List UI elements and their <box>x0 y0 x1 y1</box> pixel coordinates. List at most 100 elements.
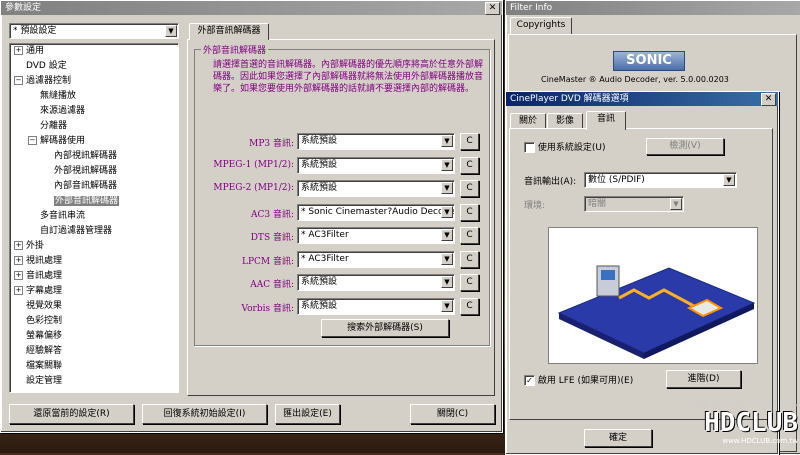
tree-item[interactable]: + 字幕處理 <box>14 286 62 297</box>
use-system-checkbox[interactable]: 使用系統設定(U) <box>524 140 606 153</box>
tree-item[interactable]: + 視訊處理 <box>14 256 62 267</box>
close-icon[interactable]: ✕ <box>485 2 500 15</box>
tree-item[interactable]: + 音訊處理 <box>14 271 62 282</box>
cineplayer-dialog: CinePlayer DVD 解碼器選項 ✕ 關於 影像 音訊 使用系統設定(U… <box>505 91 779 455</box>
decoder-value: * AC3Filter <box>301 253 349 264</box>
spdif-illustration-svg <box>557 265 756 359</box>
checkbox-box[interactable]: ✓ <box>524 375 535 386</box>
tree-item[interactable]: 內部音訊解碼器 <box>42 181 117 192</box>
decoder-select[interactable]: * Sonic Cinemaster?Audio Decoder 4 ▼ <box>297 203 455 221</box>
config-button[interactable]: C <box>460 180 479 197</box>
tree-item[interactable]: 外部視訊解碼器 <box>42 166 117 177</box>
copyrights-label: Copyrights <box>516 20 566 30</box>
watermark-url: www.HDCLUB.com.tw <box>722 437 798 445</box>
tree-item-label: 色彩控制 <box>26 316 63 326</box>
decoder-row-label: MPEG-2 (MP1/2): <box>213 183 294 193</box>
chevron-down-icon[interactable]: ▼ <box>441 158 453 171</box>
config-button[interactable]: C <box>460 250 479 268</box>
decoder-value: 系統預設 <box>301 136 338 146</box>
decoder-select[interactable]: 系統預設 ▼ <box>297 297 455 315</box>
tree-item[interactable]: 檔案關聯 <box>14 361 62 372</box>
chevron-down-icon[interactable]: ▼ <box>441 299 453 312</box>
tree-item-label: 分離器 <box>40 121 68 131</box>
decoder-value: 系統預設 <box>301 300 338 311</box>
decoder-select[interactable]: 系統預設 ▼ <box>297 180 455 197</box>
decoder-select[interactable]: * AC3Filter ▼ <box>297 250 455 268</box>
tree-item[interactable]: 自訂過濾器管理器 <box>28 226 112 237</box>
preset-select[interactable]: * 預設設定 ▼ <box>9 23 179 39</box>
tree-item-label: 多音訊串流 <box>40 211 86 221</box>
chevron-down-icon[interactable]: ▼ <box>441 276 453 288</box>
chevron-down-icon[interactable]: ▼ <box>165 25 177 37</box>
tree-item[interactable]: 設定管理 <box>14 376 62 387</box>
tree-item[interactable]: 經驗解答 <box>14 346 62 357</box>
restore-defaults-button[interactable]: 回復系統初始設定(I) <box>142 404 267 424</box>
config-button[interactable]: C <box>460 274 479 291</box>
tree-item[interactable]: + 通用 <box>14 46 44 57</box>
tree-item[interactable]: 多音訊串流 <box>28 211 85 222</box>
decoder-select[interactable]: 系統預設 ▼ <box>297 274 455 291</box>
tab-about-label: 關於 <box>518 116 537 126</box>
tree-item-label: 內部音訊解碼器 <box>54 181 118 191</box>
config-button[interactable]: C <box>460 156 479 174</box>
advanced-button[interactable]: 進階(D) <box>666 370 741 388</box>
expand-icon[interactable]: + <box>14 271 23 280</box>
tree-item[interactable]: − 解碼器使用 <box>28 136 85 147</box>
tree-item[interactable]: 視覺效果 <box>14 301 62 312</box>
tree-item[interactable]: − 過濾器控制 <box>14 76 71 87</box>
chevron-down-icon[interactable]: ▼ <box>441 182 453 194</box>
detect-button[interactable]: 檢測(V) <box>646 138 724 155</box>
tree-item[interactable]: 無縫播放 <box>28 91 76 102</box>
settings-tree[interactable]: + 通用 DVD 設定 − 過濾器控制無縫播放來源過濾器分離器 − 解碼器使用內部視訊解碼器… <box>9 43 179 393</box>
checkbox-box[interactable] <box>524 142 535 153</box>
collapse-icon[interactable]: − <box>28 136 37 145</box>
tree-item[interactable]: 來源過濾器 <box>28 106 85 117</box>
config-button[interactable]: C <box>460 133 479 150</box>
tree-item-label: 來源過濾器 <box>40 106 86 116</box>
tree-item-label: 外掛 <box>26 241 45 251</box>
tab-video[interactable]: 影像 <box>547 113 583 129</box>
tab-copyrights[interactable]: Copyrights <box>510 17 572 35</box>
expand-icon[interactable]: + <box>14 241 23 250</box>
config-button[interactable]: C <box>460 203 479 221</box>
revert-button[interactable]: 還原當前的設定(R) <box>9 404 134 424</box>
search-decoder-button[interactable]: 搜索外部解碼器(S) <box>321 319 449 337</box>
filter-info-titlebar: Filter Info <box>506 1 800 15</box>
chevron-down-icon[interactable]: ▼ <box>441 135 453 147</box>
decoder-select[interactable]: * AC3Filter ▼ <box>297 227 455 244</box>
tree-item[interactable]: 分離器 <box>28 121 67 132</box>
tree-item[interactable]: DVD 設定 <box>14 61 67 72</box>
decoder-select[interactable]: 系統預設 ▼ <box>297 156 455 174</box>
tab-about[interactable]: 關於 <box>510 113 546 129</box>
decoder-row-label: LPCM 音訊: <box>241 256 294 267</box>
tree-item[interactable]: 內部視訊解碼器 <box>42 151 117 162</box>
expand-icon[interactable]: + <box>14 256 23 265</box>
audio-output-select[interactable]: 數位 (S/PDIF) ▼ <box>584 172 737 188</box>
collapse-icon[interactable]: − <box>14 76 23 85</box>
config-button[interactable]: C <box>460 297 479 315</box>
decoder-select[interactable]: 系統預設 ▼ <box>297 133 455 150</box>
chevron-down-icon[interactable]: ▼ <box>441 205 453 218</box>
close-icon[interactable]: ✕ <box>761 93 776 106</box>
chevron-down-icon[interactable]: ▼ <box>670 198 682 210</box>
chevron-down-icon[interactable]: ▼ <box>441 229 453 241</box>
export-button[interactable]: 匯出設定(E) <box>275 404 340 424</box>
environment-select[interactable]: 暗闇 ▼ <box>584 196 684 212</box>
tab-audio[interactable]: 音訊 <box>586 111 626 130</box>
expand-icon[interactable]: + <box>14 286 23 295</box>
tree-item[interactable]: 螢幕偏移 <box>14 331 62 342</box>
expand-icon[interactable]: + <box>14 46 23 55</box>
chevron-down-icon[interactable]: ▼ <box>723 174 735 186</box>
close-button[interactable]: 關閉(C) <box>410 404 495 424</box>
tree-item-label: 視訊處理 <box>26 256 63 266</box>
tree-item[interactable]: 外部音訊解碼器 <box>42 196 120 207</box>
tree-item[interactable]: 色彩控制 <box>14 316 62 327</box>
decoder-row-label: MPEG-1 (MP1/2): <box>213 159 294 170</box>
audio-output-value: 數位 (S/PDIF) <box>588 175 645 185</box>
lfe-checkbox[interactable]: ✓ 啟用 LFE (如果可用)(E) <box>524 373 633 386</box>
tab-external-audio[interactable]: 外部音訊解碼器 <box>189 23 269 40</box>
chevron-down-icon[interactable]: ▼ <box>441 252 453 265</box>
tree-item[interactable]: + 外掛 <box>14 241 44 252</box>
config-button[interactable]: C <box>460 227 479 244</box>
search-button-label: 搜索外部解碼器(S) <box>347 323 423 333</box>
